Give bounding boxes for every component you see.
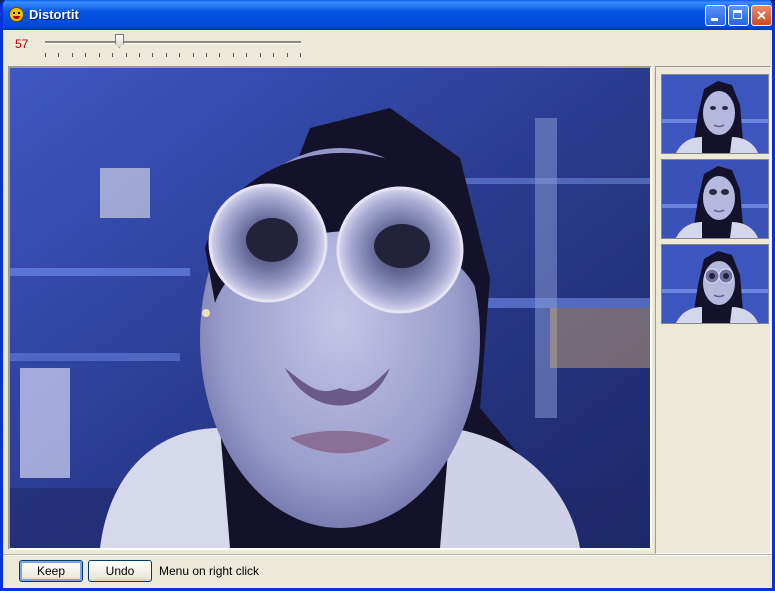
snapshot-panel[interactable] bbox=[655, 66, 771, 554]
slider-tick bbox=[152, 53, 153, 57]
distortion-slider-track[interactable] bbox=[45, 41, 301, 44]
webcam-preview[interactable] bbox=[8, 66, 652, 550]
maximize-button[interactable] bbox=[728, 5, 749, 26]
slider-tick bbox=[58, 53, 59, 57]
minimize-button[interactable] bbox=[705, 5, 726, 26]
slider-tick bbox=[85, 53, 86, 57]
slider-tick bbox=[112, 53, 113, 57]
snapshot-thumbnail[interactable] bbox=[661, 159, 769, 239]
slider-tick bbox=[260, 53, 261, 57]
smiley-app-icon[interactable] bbox=[9, 7, 24, 22]
minimize-icon bbox=[711, 18, 718, 21]
slider-tick bbox=[45, 53, 46, 57]
webcam-image[interactable] bbox=[10, 68, 650, 548]
slider-tick bbox=[206, 53, 207, 57]
slider-tick bbox=[179, 53, 180, 57]
close-button[interactable]: ✕ bbox=[751, 5, 772, 26]
slider-tick bbox=[126, 53, 127, 57]
distortion-value: 57 bbox=[15, 37, 29, 51]
slider-tick bbox=[99, 53, 100, 57]
title-bar[interactable]: Distortit ✕ bbox=[3, 0, 772, 30]
slider-tick bbox=[273, 53, 274, 57]
status-hint: Menu on right click bbox=[159, 564, 260, 578]
distortion-slider-thumb[interactable] bbox=[115, 34, 124, 48]
keep-button[interactable]: Keep bbox=[19, 560, 83, 582]
slider-tick bbox=[166, 53, 167, 57]
slider-tick bbox=[139, 53, 140, 57]
slider-ticks bbox=[45, 53, 301, 57]
toolbar: 57 bbox=[3, 30, 772, 66]
snapshot-thumbnail[interactable] bbox=[661, 74, 769, 154]
slider-tick bbox=[246, 53, 247, 57]
slider-tick bbox=[193, 53, 194, 57]
slider-tick bbox=[219, 53, 220, 57]
slider-tick bbox=[300, 53, 301, 57]
app-window: Distortit ✕ 57 Keep Undo Menu on right c… bbox=[0, 0, 775, 591]
slider-tick bbox=[72, 53, 73, 57]
slider-tick bbox=[233, 53, 234, 57]
separator bbox=[3, 554, 772, 556]
window-title: Distortit bbox=[29, 7, 79, 22]
maximize-icon bbox=[733, 10, 742, 19]
slider-tick bbox=[287, 53, 288, 57]
undo-button[interactable]: Undo bbox=[88, 560, 152, 582]
snapshot-thumbnail[interactable] bbox=[661, 244, 769, 324]
close-icon: ✕ bbox=[756, 8, 767, 23]
